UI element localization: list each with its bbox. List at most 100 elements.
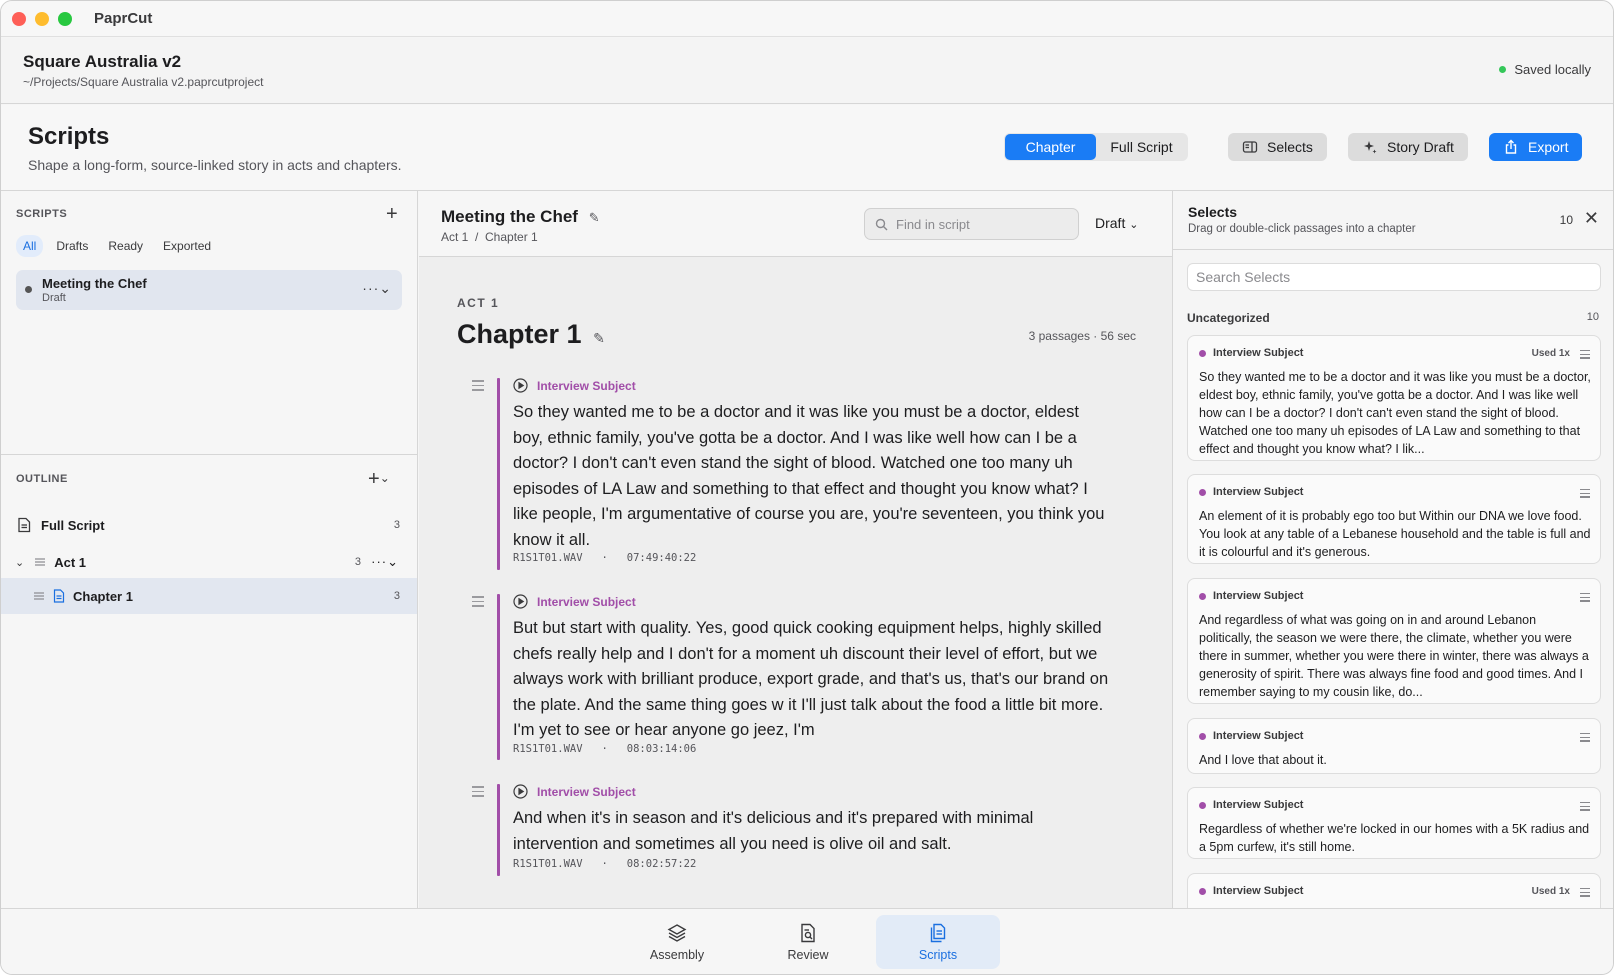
editor-title: Meeting the Chef ✎: [441, 207, 600, 227]
select-card[interactable]: Interview Subject Used 1x So they wanted…: [1187, 335, 1601, 461]
script-more-menu-icon[interactable]: ···⌄: [362, 280, 392, 297]
drag-handle-icon[interactable]: [472, 596, 484, 610]
passage-text[interactable]: And when it's in season and it's delicio…: [513, 806, 1113, 857]
app-title: PaprCut: [94, 10, 153, 27]
chapter-view-button[interactable]: Chapter: [1005, 134, 1096, 160]
selects-button-label: Selects: [1267, 139, 1313, 155]
chapter-title-text: Chapter 1: [457, 319, 582, 349]
drag-handle-icon[interactable]: [33, 591, 45, 601]
outline-divider: [1, 454, 417, 455]
select-card[interactable]: Interview Subject And I love that about …: [1187, 718, 1601, 774]
chapter-document-icon: [53, 589, 65, 603]
full-script-view-button[interactable]: Full Script: [1096, 134, 1187, 160]
save-status: Saved locally: [1499, 62, 1591, 77]
speaker-dot-icon: [1199, 349, 1206, 357]
drag-handle-icon[interactable]: [1580, 888, 1590, 899]
filter-ready[interactable]: Ready: [101, 235, 150, 257]
play-icon[interactable]: [513, 378, 528, 393]
search-selects-input[interactable]: Search Selects: [1187, 263, 1601, 291]
scripts-icon: [930, 923, 946, 943]
select-card-speaker: Interview Subject: [1213, 885, 1304, 897]
passage-header: Interview Subject: [513, 378, 636, 393]
outline-item-full-script[interactable]: Full Script 3: [1, 507, 417, 543]
page-header: Scripts Shape a long-form, source-linked…: [1, 105, 1613, 191]
status-select[interactable]: Draft ⌄: [1095, 215, 1138, 231]
drag-handle-icon[interactable]: [1580, 593, 1590, 604]
chapter-meta: 3 passages · 56 sec: [1028, 329, 1136, 343]
script-passage[interactable]: Interview Subject And when it's in seaso…: [457, 784, 1137, 876]
outline-act-label: Act 1: [54, 554, 87, 570]
tab-scripts[interactable]: Scripts: [876, 915, 1000, 969]
drag-handle-icon[interactable]: [1580, 489, 1590, 500]
chapter-title: Chapter 1 ✎: [457, 319, 605, 350]
play-icon[interactable]: [513, 784, 528, 799]
select-card[interactable]: Interview Subject And regardless of what…: [1187, 578, 1601, 704]
outline-chapter-label: Chapter 1: [73, 588, 133, 604]
save-status-dot-icon: [1499, 66, 1507, 73]
drag-handle-icon[interactable]: [1580, 802, 1590, 813]
outline-item-act[interactable]: ⌄ Act 1 3 ···⌄: [1, 544, 417, 580]
select-card[interactable]: Interview Subject Regardless of whether …: [1187, 787, 1601, 859]
filter-all[interactable]: All: [16, 235, 44, 257]
script-passage[interactable]: Interview Subject So they wanted me to b…: [457, 378, 1137, 570]
passage-text[interactable]: But but start with quality. Yes, good qu…: [513, 616, 1113, 744]
select-card-header: Interview Subject: [1199, 590, 1303, 602]
filter-drafts[interactable]: Drafts: [49, 235, 95, 257]
project-header: Square Australia v2 ~/Projects/Square Au…: [1, 38, 1613, 104]
tab-assembly[interactable]: Assembly: [615, 915, 739, 969]
speaker-dot-icon: [1199, 801, 1206, 809]
outline-chapter-count: 3: [393, 590, 400, 602]
select-card-speaker: Interview Subject: [1213, 799, 1304, 811]
save-status-label: Saved locally: [1514, 62, 1591, 77]
add-outline-item-button[interactable]: +⌄: [368, 469, 390, 489]
rename-pencil-icon[interactable]: ✎: [589, 210, 600, 225]
find-in-script-field[interactable]: Find in script: [864, 208, 1079, 240]
play-icon[interactable]: [513, 594, 528, 609]
close-window-button[interactable]: [12, 11, 26, 26]
act-more-menu-icon[interactable]: ···⌄: [371, 554, 399, 570]
drag-handle-icon[interactable]: [1580, 350, 1590, 361]
speaker-dot-icon: [1199, 488, 1206, 496]
project-path: ~/Projects/Square Australia v2.paprcutpr…: [23, 75, 264, 89]
close-icon[interactable]: ✕: [1584, 208, 1599, 229]
outline-section-label: OUTLINE: [16, 473, 68, 485]
select-card-header: Interview Subject: [1199, 799, 1303, 811]
outline-item-chapter[interactable]: Chapter 1 3: [1, 578, 417, 614]
zoom-window-button[interactable]: [58, 11, 72, 26]
drag-handle-icon[interactable]: [1580, 733, 1590, 744]
script-passage[interactable]: Interview Subject But but start with qua…: [457, 594, 1137, 760]
export-button-label: Export: [1528, 139, 1569, 155]
select-card-header: Interview Subject: [1199, 486, 1303, 498]
act-label: ACT 1: [457, 296, 500, 310]
export-button[interactable]: Export: [1489, 133, 1583, 161]
drag-handle-icon[interactable]: [34, 557, 46, 567]
script-list-item[interactable]: Meeting the Chef Draft ···⌄: [16, 270, 402, 310]
select-card[interactable]: Interview Subject An element of it is pr…: [1187, 474, 1601, 564]
drag-handle-icon[interactable]: [472, 380, 484, 394]
page-title: Scripts: [28, 123, 110, 150]
page-subtitle: Shape a long-form, source-linked story i…: [28, 157, 402, 173]
tab-review[interactable]: Review: [746, 915, 870, 969]
select-card-speaker: Interview Subject: [1213, 730, 1304, 742]
passage-text[interactable]: So they wanted me to be a doctor and it …: [513, 400, 1113, 553]
drag-handle-icon[interactable]: [472, 786, 484, 800]
view-mode-segmented-control: Chapter Full Script: [1004, 133, 1188, 161]
filter-exported[interactable]: Exported: [156, 235, 218, 257]
passage-source: R1S1T01.WAV · 08:03:14:06: [513, 743, 697, 755]
script-filters: All Drafts Ready Exported: [16, 235, 218, 257]
bottom-tab-bar: Assembly Review Scripts: [1, 908, 1613, 974]
minimize-window-button[interactable]: [35, 11, 49, 26]
sparkle-icon: [1364, 141, 1377, 154]
title-bar: PaprCut: [1, 1, 1613, 37]
passage-header: Interview Subject: [513, 594, 636, 609]
select-card-text: So they wanted me to be a doctor and it …: [1199, 370, 1591, 456]
find-in-script-placeholder: Find in script: [896, 216, 970, 232]
speaker-dot-icon: [1199, 887, 1206, 895]
selects-button[interactable]: Selects: [1228, 133, 1327, 161]
passage-speaker: Interview Subject: [537, 594, 636, 609]
chevron-down-icon[interactable]: ⌄: [15, 556, 24, 569]
story-draft-button[interactable]: Story Draft: [1348, 133, 1468, 161]
add-script-button[interactable]: +: [386, 204, 398, 224]
rename-chapter-pencil-icon[interactable]: ✎: [593, 330, 605, 346]
passage-speaker-bar: [497, 378, 500, 570]
